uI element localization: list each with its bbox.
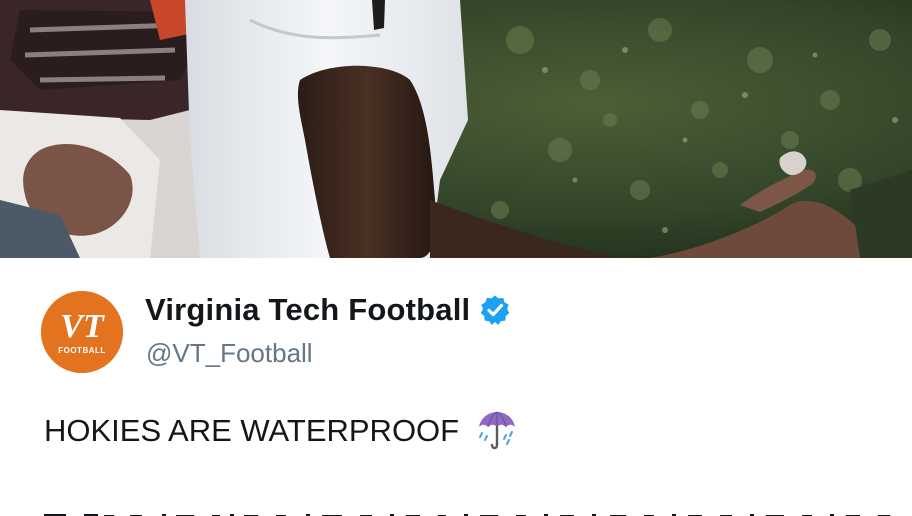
umbrella-rain-icon — [473, 407, 521, 455]
author-display-name[interactable]: Virginia Tech Football — [145, 292, 470, 328]
avatar-logo-text: VT — [60, 308, 105, 345]
vt-football-avatar[interactable]: VT FOOTBALL — [41, 291, 123, 373]
media-photo-graphic — [0, 0, 912, 258]
tweet-text-content: HOKIES ARE WATERPROOF — [44, 413, 460, 448]
verified-badge-icon — [479, 294, 511, 326]
avatar-logo-subtext: FOOTBALL — [58, 346, 106, 355]
tweet-text-cutoff-line — [44, 506, 912, 516]
author-name-row[interactable]: Virginia Tech Football — [145, 290, 511, 330]
tweet-text: HOKIES ARE WATERPROOF — [44, 408, 521, 454]
tweet-media-photo[interactable] — [0, 0, 912, 258]
tweet-embed: VT FOOTBALL Virginia Tech Football @VT_F… — [0, 0, 912, 516]
vt-logo-icon: VT FOOTBALL — [41, 291, 123, 373]
author-handle[interactable]: @VT_Football — [146, 338, 313, 369]
